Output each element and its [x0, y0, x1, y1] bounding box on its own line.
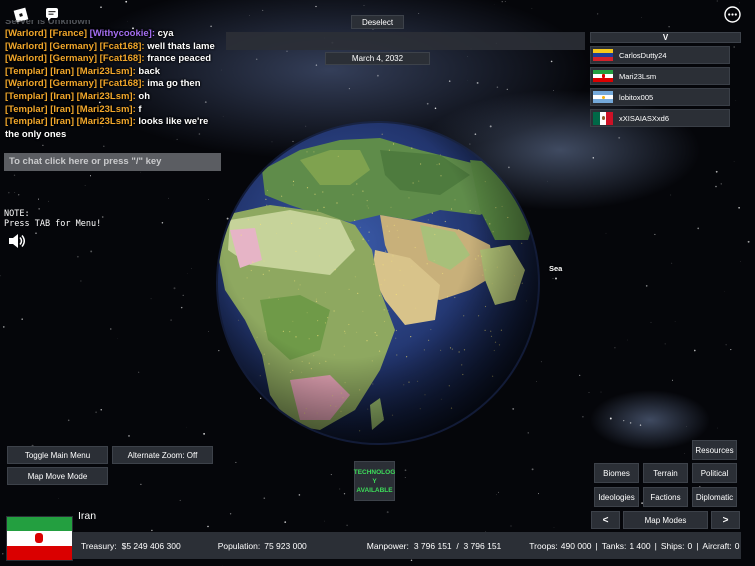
chat-messages: [Warlord] [France] [Withycookie]: cya [Wa…	[5, 28, 235, 129]
player-name: Mari23Lsm	[619, 71, 657, 81]
chat-country: [Iran]	[50, 65, 74, 77]
chat-message: [Warlord] [Germany] [Fcat168]: ima go th…	[5, 78, 235, 91]
player-row[interactable]: Mari23Lsm	[590, 67, 730, 85]
technology-available-button[interactable]: TECHNOLOG Y AVAILABLE	[354, 461, 395, 501]
chat-text: f	[138, 103, 142, 115]
chat-rank: [Templar]	[5, 116, 48, 128]
chat-country: [Iran]	[50, 103, 74, 115]
chat-username[interactable]: [Mari23Lsm]:	[77, 104, 136, 115]
manpower-value: 3 796 151 / 3 796 151	[413, 540, 502, 551]
chat-text: cya	[157, 28, 174, 39]
resources-button[interactable]: Resources	[692, 440, 737, 460]
deselect-button[interactable]: Deselect	[351, 15, 404, 29]
chat-rank: [Warlord]	[5, 53, 47, 65]
player-row[interactable]: xXISAIASXxd6	[590, 109, 730, 127]
chat-country: [Germany]	[49, 53, 98, 65]
chat-input[interactable]: To chat click here or press "/" key	[4, 153, 221, 171]
treasury-label: Treasury:	[81, 540, 117, 551]
chat-rank: [Templar]	[5, 90, 48, 102]
v-toggle-button[interactable]: V	[590, 32, 741, 43]
population-value: 75 923 000	[264, 540, 307, 551]
map-modes-button[interactable]: Map Modes	[623, 511, 708, 529]
sea-label: Sea	[549, 264, 563, 273]
more-options-icon[interactable]	[724, 6, 741, 23]
tanks-value: 1 400	[629, 540, 651, 551]
map-move-mode-button[interactable]: Map Move Mode	[7, 467, 108, 485]
map-mode-next-button[interactable]: >	[711, 511, 740, 529]
argentina-flag-icon	[593, 90, 613, 104]
chat-username[interactable]: [Fcat168]:	[100, 41, 145, 52]
manpower-label: Manpower:	[366, 540, 409, 551]
chat-username[interactable]: [Withycookie]:	[90, 28, 155, 39]
chat-message: [Templar] [Iran] [Mari23Lsm]: oh	[5, 91, 235, 104]
note-body: Press TAB for Menu!	[4, 219, 102, 229]
chat-text: back	[138, 65, 161, 77]
venezuela-flag-icon	[593, 48, 613, 62]
chat-country: [Iran]	[50, 90, 74, 102]
chat-username[interactable]: [Mari23Lsm]:	[77, 116, 136, 127]
ideologies-button[interactable]: Ideologies	[594, 487, 639, 507]
chat-username[interactable]: [Fcat168]:	[100, 53, 145, 64]
chat-text: oh	[138, 90, 150, 102]
treasury-value: $5 249 406 300	[121, 540, 181, 551]
chat-rank: [Templar]	[5, 65, 48, 77]
ships-value: 0	[687, 540, 693, 551]
country-name: Iran	[78, 510, 97, 522]
troops-label: Troops:	[529, 540, 558, 551]
aircraft-label: Aircraft:	[702, 540, 732, 551]
speaker-icon[interactable]	[8, 233, 26, 249]
chat-text: looks like we're	[138, 116, 209, 128]
tanks-label: Tanks:	[601, 540, 627, 551]
chat-message-wrap: the only ones	[5, 128, 67, 140]
mexico-flag-icon	[593, 111, 613, 125]
player-name: CarlosDutty24	[619, 50, 667, 60]
biomes-button[interactable]: Biomes	[594, 463, 639, 483]
chat-window: Server is Unknown [Warlord] [France] [Wi…	[5, 20, 235, 146]
troops-value: 490 000	[560, 540, 592, 551]
chat-message: [Templar] [Iran] [Mari23Lsm]: back	[5, 66, 235, 79]
country-flag[interactable]	[6, 516, 73, 561]
player-name: xXISAIASXxd6	[619, 113, 670, 123]
chat-country: [France]	[49, 28, 87, 39]
map-mode-prev-button[interactable]: <	[591, 511, 620, 529]
alternate-zoom-button[interactable]: Alternate Zoom: Off	[112, 446, 213, 464]
ships-label: Ships:	[660, 540, 685, 551]
population-label: Population:	[217, 540, 261, 551]
note-title: NOTE:	[4, 209, 30, 219]
aircraft-value: 0	[734, 540, 740, 551]
chat-username[interactable]: [Mari23Lsm]:	[77, 91, 136, 102]
top-info-bar	[226, 32, 585, 50]
chat-text: well thats lame	[147, 40, 215, 52]
chat-rank: [Templar]	[5, 103, 48, 115]
chat-text: ima go then	[147, 78, 201, 90]
chat-message: [Templar] [Iran] [Mari23Lsm]: looks like…	[5, 116, 235, 129]
chat-rank: [Warlord]	[5, 40, 47, 52]
chat-username[interactable]: [Fcat168]:	[100, 78, 145, 89]
iran-flag-icon	[593, 69, 613, 83]
player-name: lobitox005	[619, 92, 654, 102]
chat-rank: [Warlord]	[5, 78, 47, 90]
chat-country: [Iran]	[50, 116, 74, 128]
chat-text: france peaced	[147, 53, 212, 65]
chat-country: [Germany]	[49, 78, 98, 90]
country-stats-bar: Treasury: $5 249 406 300 Population: 75 …	[73, 532, 741, 559]
chat-country: [Germany]	[49, 40, 98, 52]
chat-partial-line: Server is Unknown	[5, 20, 91, 27]
chat-message: [Warlord] [Germany] [Fcat168]: well that…	[5, 41, 235, 54]
factions-button[interactable]: Factions	[643, 487, 688, 507]
date-display: March 4, 2032	[325, 52, 430, 65]
player-row[interactable]: lobitox005	[590, 88, 730, 106]
chat-message: [Templar] [Iran] [Mari23Lsm]: f	[5, 104, 235, 117]
iran-emblem-icon	[35, 533, 43, 544]
player-row[interactable]: CarlosDutty24	[590, 46, 730, 64]
terrain-button[interactable]: Terrain	[643, 463, 688, 483]
chat-rank: [Warlord]	[5, 28, 47, 39]
chat-message: [Warlord] [Germany] [Fcat168]: france pe…	[5, 53, 235, 66]
chat-username[interactable]: [Mari23Lsm]:	[77, 66, 136, 77]
political-button[interactable]: Political	[692, 463, 737, 483]
diplomatic-button[interactable]: Diplomatic	[692, 487, 737, 507]
chat-message: [Warlord] [France] [Withycookie]: cya	[5, 28, 235, 41]
toggle-main-menu-button[interactable]: Toggle Main Menu	[7, 446, 108, 464]
